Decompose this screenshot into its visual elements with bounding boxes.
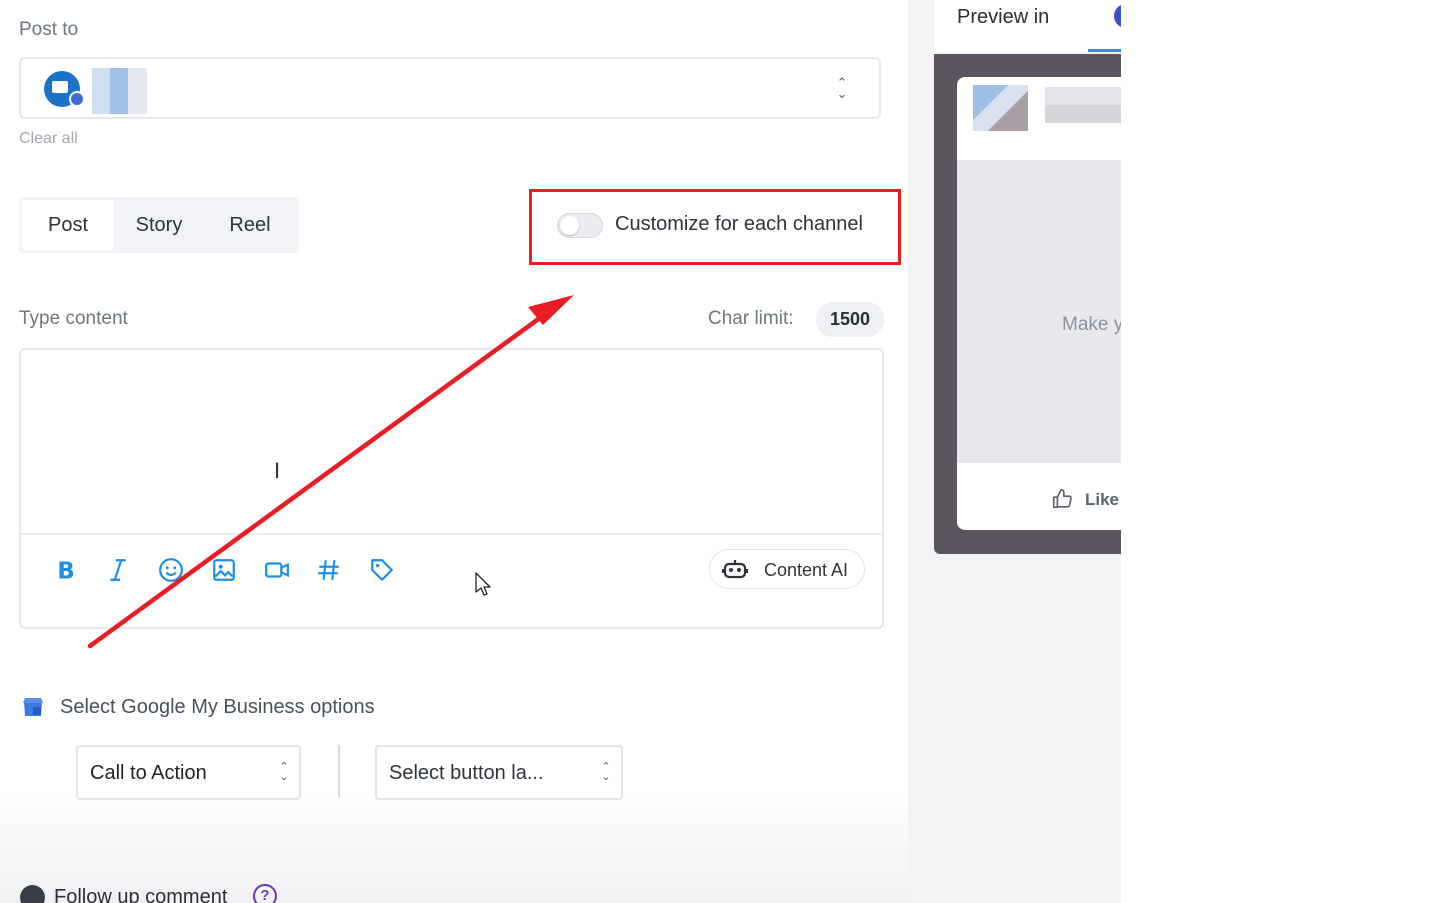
empty-area	[1121, 0, 1442, 903]
preview-title: Preview in	[957, 6, 1050, 28]
customize-toggle[interactable]	[557, 213, 603, 238]
button-label-select[interactable]: Select button la... ⌃ ⌄	[375, 745, 623, 800]
composer-panel: Post to ⌃ ⌄ Clear all Post Story Reel Cus…	[0, 0, 908, 903]
preview-card: Make y Like	[957, 77, 1121, 530]
preview-avatar-blurred	[973, 85, 1028, 131]
mouse-pointer-icon	[475, 572, 491, 596]
select-divider	[338, 745, 340, 797]
preview-tab-underline	[1088, 49, 1121, 52]
type-content-label: Type content	[19, 308, 128, 329]
thumbs-up-icon	[1052, 489, 1072, 509]
content-ai-label: Content AI	[764, 560, 849, 580]
account-name-blurred	[92, 68, 147, 114]
follow-up-checkbox[interactable]	[20, 885, 45, 903]
preview-header: Preview in	[934, 0, 1128, 52]
editor-divider	[21, 533, 882, 535]
chevron-updown-icon: ⌃ ⌄	[279, 761, 289, 783]
preview-name-blurred	[1045, 87, 1121, 123]
image-icon[interactable]	[209, 555, 239, 585]
bold-icon[interactable]: B	[51, 555, 81, 585]
tab-post[interactable]: Post	[22, 200, 114, 250]
like-label: Like	[1085, 490, 1120, 509]
svg-text:B: B	[57, 559, 74, 583]
emoji-icon[interactable]	[156, 555, 186, 585]
char-limit-label: Char limit:	[708, 308, 794, 329]
robot-icon	[722, 560, 748, 579]
preview-frame: Make y Like	[934, 54, 1121, 554]
content-editor: B Content AI	[19, 348, 884, 629]
content-ai-button[interactable]: Content AI	[709, 549, 865, 589]
post-to-label: Post to	[19, 19, 79, 40]
help-icon[interactable]: ?	[253, 884, 277, 903]
post-type-tabs: Post Story Reel	[19, 197, 299, 253]
preview-media-placeholder: Make y	[957, 160, 1121, 463]
tag-icon[interactable]	[367, 555, 397, 585]
text-cursor-icon: I	[274, 458, 281, 483]
content-textarea[interactable]	[21, 350, 882, 533]
chevron-updown-icon: ⌃ ⌄	[836, 75, 848, 101]
call-to-action-select[interactable]: Call to Action ⌃ ⌄	[76, 745, 301, 800]
post-to-select[interactable]: ⌃ ⌄	[19, 57, 881, 119]
button-label-value: Select button la...	[389, 762, 544, 784]
call-to-action-value: Call to Action	[90, 762, 207, 784]
gmb-options-label: Select Google My Business options	[60, 696, 375, 718]
clear-all-link[interactable]: Clear all	[19, 130, 78, 148]
follow-up-label: Follow up comment	[54, 886, 228, 903]
preview-media-text: Make y	[1062, 314, 1121, 335]
video-icon[interactable]	[262, 555, 292, 585]
tab-reel[interactable]: Reel	[205, 200, 295, 250]
tab-story[interactable]: Story	[117, 200, 201, 250]
italic-icon[interactable]	[103, 555, 133, 585]
google-my-business-icon	[23, 698, 43, 716]
chevron-updown-icon: ⌃ ⌄	[601, 761, 611, 783]
hashtag-icon[interactable]	[314, 555, 344, 585]
customize-label: Customize for each channel	[615, 213, 863, 235]
char-limit-badge: 1500	[816, 302, 884, 337]
gmb-badge-icon	[69, 91, 85, 107]
